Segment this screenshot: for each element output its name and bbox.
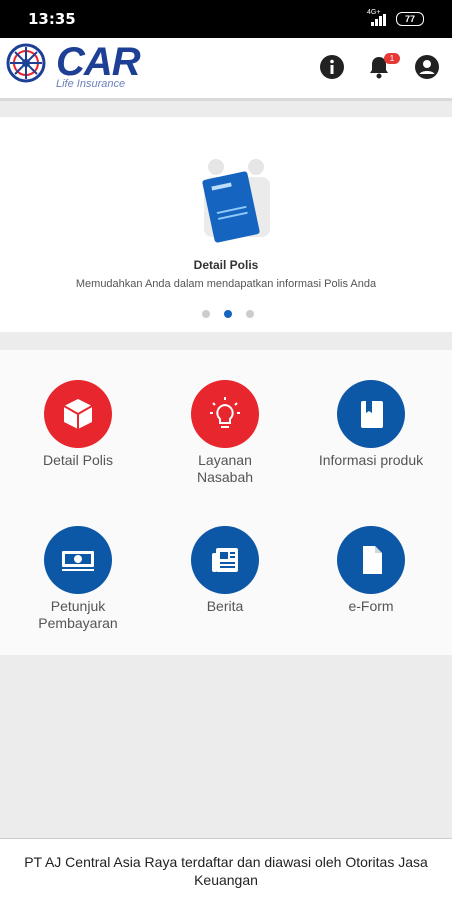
app-bar: CAR Life Insurance	[0, 38, 452, 101]
cube-icon	[44, 380, 112, 448]
signal-icon: 4G+	[367, 9, 387, 26]
logo-wheel-icon	[6, 43, 46, 83]
carousel-subtitle: Memudahkan Anda dalam mendapatkan inform…	[75, 278, 377, 290]
logo-subtitle: Life Insurance	[56, 78, 126, 90]
money-icon	[44, 526, 112, 594]
carousel-dot[interactable]	[246, 310, 254, 318]
menu-item-label: Berita	[206, 598, 244, 614]
status-bar: 13:35 4G+ 77	[0, 0, 452, 38]
menu-item-berita[interactable]: Berita	[160, 526, 290, 615]
info-icon[interactable]	[319, 54, 345, 80]
newspaper-icon	[191, 526, 259, 594]
carousel[interactable]: Detail Polis Memudahkan Anda dalam menda…	[0, 117, 452, 332]
menu-item-layanan-nasabah[interactable]: Layanan Nasabah	[160, 380, 290, 486]
document-icon	[337, 526, 405, 594]
notification-badge: 1	[384, 53, 400, 64]
menu-item-label: Detail Polis	[42, 452, 114, 468]
menu-item-informasi-produk[interactable]: Informasi produk	[306, 380, 436, 469]
carousel-dots	[200, 310, 260, 320]
policy-illustration-icon	[202, 159, 270, 243]
menu-item-petunjuk-pembayaran[interactable]: Petunjuk Pembayaran	[13, 526, 143, 632]
carousel-dot[interactable]	[202, 310, 210, 318]
book-icon	[337, 380, 405, 448]
footer-text: PT AJ Central Asia Raya terdaftar dan di…	[24, 854, 428, 888]
menu-item-detail-polis[interactable]: Detail Polis	[13, 380, 143, 469]
status-time: 13:35	[28, 10, 76, 28]
battery-level: 77	[404, 14, 415, 24]
footer: PT AJ Central Asia Raya terdaftar dan di…	[0, 838, 452, 901]
carousel-dot-active[interactable]	[224, 310, 232, 318]
lightbulb-icon	[191, 380, 259, 448]
menu-item-e-form[interactable]: e-Form	[306, 526, 436, 615]
account-icon[interactable]	[414, 54, 440, 80]
carousel-title: Detail Polis	[193, 258, 259, 272]
menu-item-label: e-Form	[348, 598, 394, 614]
menu-item-label: Layanan Nasabah	[196, 452, 254, 485]
menu-item-label: Petunjuk Pembayaran	[38, 598, 118, 631]
menu-grid: Detail Polis Layanan Nasabah Informasi p…	[0, 350, 452, 655]
menu-item-label: Informasi produk	[318, 452, 424, 468]
battery-icon: 77	[396, 12, 424, 26]
